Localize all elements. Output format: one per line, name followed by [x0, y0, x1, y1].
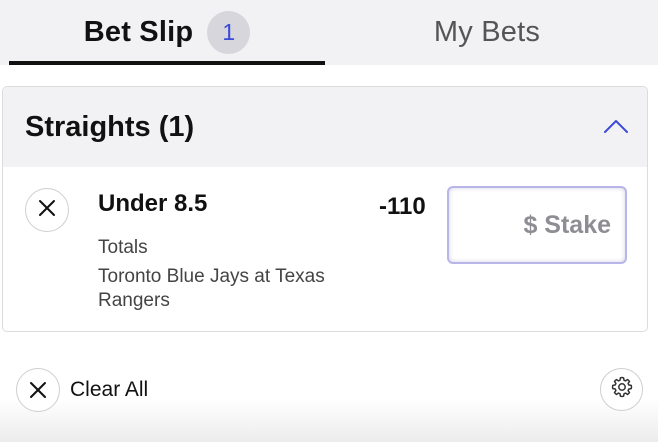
stake-input[interactable] — [447, 186, 627, 264]
bet-slip-panel: Bet Slip 1 My Bets Straights (1) Under 8… — [0, 0, 658, 442]
tab-bet-slip-label: Bet Slip — [83, 16, 194, 48]
clear-all-button[interactable]: Clear All — [16, 368, 148, 412]
bet-selection: Under 8.5 — [98, 190, 208, 217]
straights-section-header[interactable]: Straights (1) — [3, 87, 647, 167]
clear-all-label: Clear All — [70, 378, 149, 401]
tab-my-bets-label: My Bets — [433, 16, 541, 48]
tab-bet-slip[interactable]: Bet Slip 1 — [9, 0, 325, 65]
chevron-up-icon[interactable] — [601, 112, 631, 142]
straights-section: Straights (1) Under 8.5 Totals Toronto B… — [2, 86, 648, 332]
tab-my-bets[interactable]: My Bets — [325, 0, 649, 65]
tab-bar: Bet Slip 1 My Bets — [0, 0, 658, 65]
section-title: Straights (1) — [25, 110, 195, 143]
bet-slip-footer: Clear All — [0, 346, 658, 442]
bet-count-badge: 1 — [207, 11, 251, 54]
gear-icon — [610, 375, 634, 404]
remove-bet-button[interactable] — [25, 188, 69, 232]
close-icon — [37, 198, 57, 223]
close-icon — [16, 368, 60, 412]
settings-button[interactable] — [600, 368, 643, 411]
bet-market: Totals — [98, 237, 148, 258]
bet-odds: -110 — [379, 193, 426, 220]
active-tab-indicator — [9, 61, 325, 65]
bet-event: Toronto Blue Jays at Texas Rangers — [98, 266, 325, 311]
